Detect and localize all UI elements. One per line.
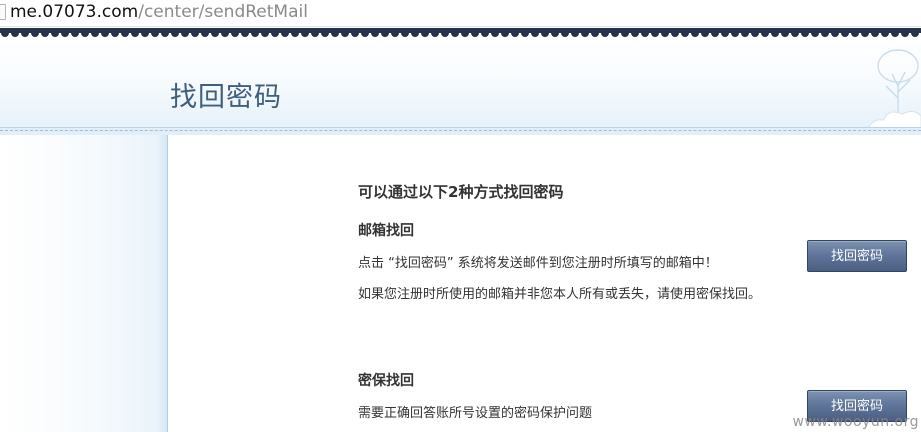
security-recovery-title: 密保找回 bbox=[358, 373, 414, 389]
security-recovery-desc: 需要正确回答账所号设置的密码保护问题 bbox=[358, 406, 593, 421]
page-title: 找回密码 bbox=[170, 82, 282, 113]
tree-icon bbox=[867, 49, 921, 130]
url-text[interactable]: me.07073.com/center/sendRetMail bbox=[10, 1, 308, 23]
page-icon bbox=[0, 4, 6, 20]
page-header: 找回密码 bbox=[0, 38, 921, 130]
sidebar-divider bbox=[158, 135, 168, 432]
main-content: 可以通过以下2种方式找回密码 邮箱找回 点击 “找回密码” 系统将发送邮件到您注… bbox=[168, 135, 921, 432]
left-sidebar bbox=[0, 135, 158, 432]
url-path: /center/sendRetMail bbox=[138, 2, 308, 22]
recovery-intro: 可以通过以下2种方式找回密码 bbox=[358, 183, 564, 201]
scalloped-border bbox=[0, 28, 921, 38]
email-recovery-desc-1: 点击 “找回密码” 系统将发送邮件到您注册时所填写的邮箱中！ bbox=[358, 256, 718, 271]
watermark: www.wooyun.org bbox=[792, 414, 919, 430]
email-recovery-title: 邮箱找回 bbox=[358, 223, 414, 239]
url-host: me.07073.com bbox=[10, 2, 139, 22]
email-recovery-desc-2: 如果您注册时所使用的邮箱并非您本人所有或丢失，请使用密保找回。 bbox=[358, 287, 762, 302]
email-recover-button[interactable]: 找回密码 bbox=[807, 240, 907, 272]
address-bar[interactable]: me.07073.com/center/sendRetMail bbox=[0, 0, 921, 27]
